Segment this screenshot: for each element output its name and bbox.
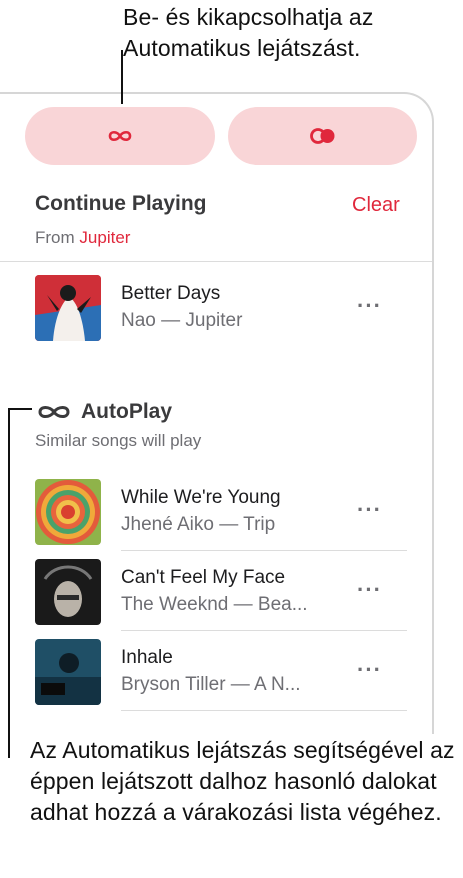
infinity-icon xyxy=(38,406,70,418)
list-item[interactable]: While We're Young Jhené Aiko — Trip ··· xyxy=(0,474,432,554)
callout-leader-bottom-vertical xyxy=(8,408,10,758)
continue-playing-title: Continue Playing xyxy=(35,192,207,215)
callout-leader-top xyxy=(121,50,123,104)
callout-autoplay-description: Az Automatikus lejátszás segítségével az… xyxy=(30,737,455,825)
section-divider xyxy=(0,261,432,262)
from-line: From Jupiter xyxy=(35,228,130,248)
song-subtitle: Bryson Tiller — A N... xyxy=(121,674,301,695)
song-title: While We're Young xyxy=(121,487,281,508)
album-art-better-days xyxy=(35,275,101,341)
callout-autoplay-toggle: Be- és kikapcsolhatja az Automatikus lej… xyxy=(123,4,374,61)
song-subtitle: The Weeknd — Bea... xyxy=(121,594,308,615)
more-button[interactable]: ··· xyxy=(357,577,382,603)
playing-next-panel: Continue Playing Clear From Jupiter Bett… xyxy=(0,92,434,734)
song-title: Can't Feel My Face xyxy=(121,567,286,588)
infinity-icon xyxy=(108,130,132,142)
list-item[interactable]: Can't Feel My Face The Weeknd — Bea... ·… xyxy=(0,554,432,634)
song-subtitle: Nao — Jupiter xyxy=(121,310,243,331)
more-button[interactable]: ··· xyxy=(357,497,382,523)
list-item[interactable]: Inhale Bryson Tiller — A N... ··· xyxy=(0,634,432,714)
callout-leader-bottom-horizontal xyxy=(8,408,32,410)
autoplay-toggle-button[interactable] xyxy=(25,107,215,165)
album-art-image xyxy=(35,275,101,341)
song-title: Better Days xyxy=(121,283,221,304)
album-art-image xyxy=(35,559,101,625)
album-art-a-n xyxy=(35,639,101,705)
from-prefix: From xyxy=(35,228,75,247)
list-item[interactable]: Better Days Nao — Jupiter ··· xyxy=(0,270,432,350)
repeat-toggle-button[interactable] xyxy=(228,107,417,165)
album-art-trip xyxy=(35,479,101,545)
more-button[interactable]: ··· xyxy=(357,657,382,683)
song-subtitle: Jhené Aiko — Trip xyxy=(121,514,276,535)
clear-button[interactable]: Clear xyxy=(352,194,400,217)
row-divider xyxy=(121,630,407,631)
autoplay-subtitle: Similar songs will play xyxy=(35,431,202,450)
song-title: Inhale xyxy=(121,647,173,668)
autoplay-header: AutoPlay xyxy=(35,400,172,424)
repeat-circles-icon xyxy=(309,128,334,144)
autoplay-title: AutoPlay xyxy=(81,400,173,423)
album-art-image xyxy=(35,479,101,545)
row-divider xyxy=(121,710,407,711)
album-art-image xyxy=(35,639,101,705)
row-divider xyxy=(121,550,407,551)
from-source-link[interactable]: Jupiter xyxy=(79,228,130,247)
more-button[interactable]: ··· xyxy=(357,293,382,319)
album-art-beauty-behind-the-madness xyxy=(35,559,101,625)
